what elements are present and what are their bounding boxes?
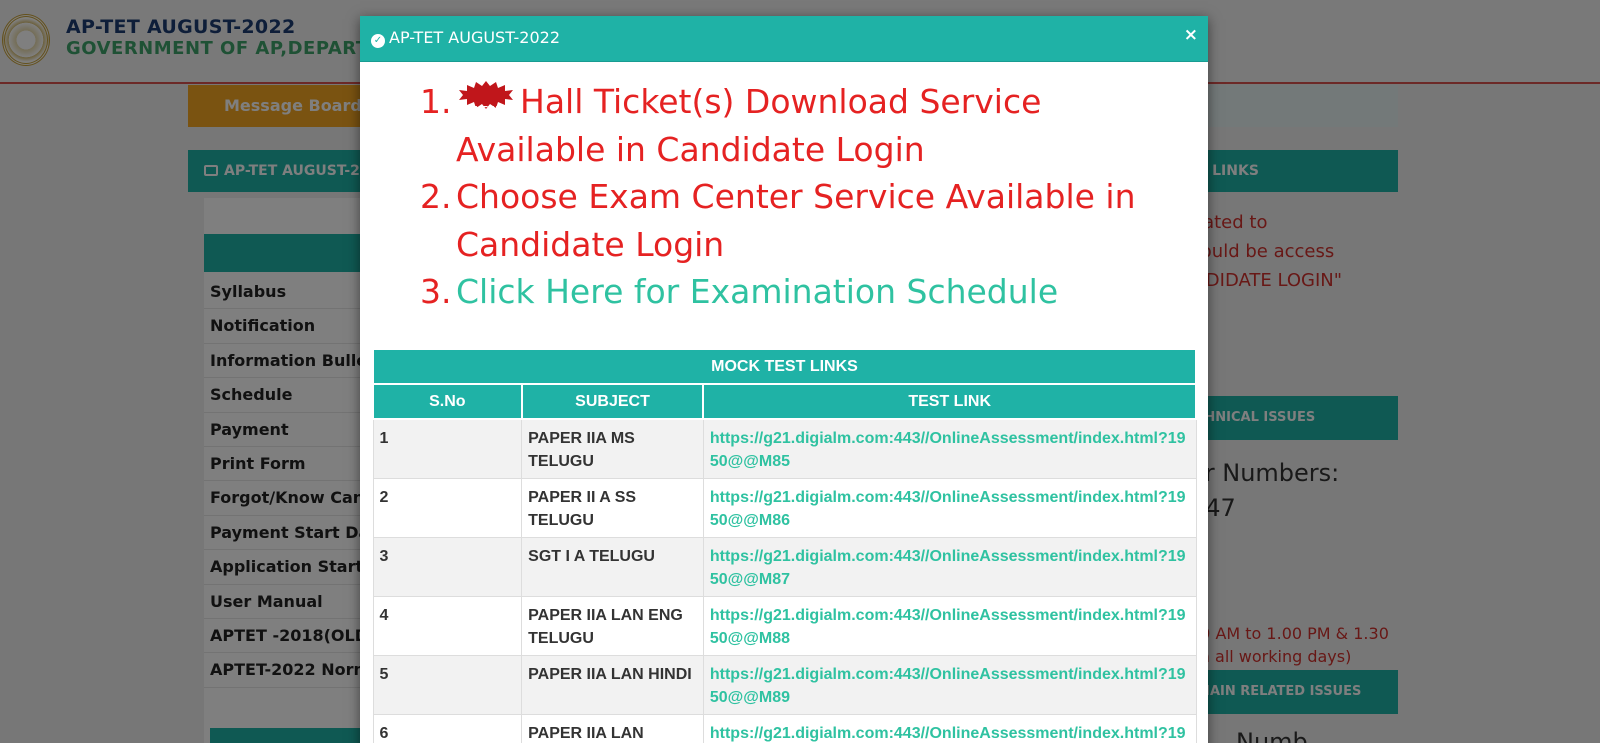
sno-cell: 3 <box>372 537 523 597</box>
notice-list: 1. NEW Hall Ticket(s) Download Service Ava… <box>420 78 1180 316</box>
announcement-modal: ✓ AP-TET AUGUST-2022 × 1. NEW Hall Ticket(s… <box>360 16 1208 743</box>
sno-cell: 1 <box>372 418 523 479</box>
modal-header: ✓ AP-TET AUGUST-2022 × <box>360 16 1208 62</box>
notice-number: 1. <box>420 82 452 121</box>
new-badge-text: NEW <box>474 105 498 116</box>
table-row: 3 SGT I A TELUGU https://g21.digialm.com:4… <box>372 537 1197 597</box>
column-header-sno: S.No <box>372 383 523 420</box>
notice-number: 2. <box>420 177 452 216</box>
exam-schedule-link[interactable]: Click Here for Examination Schedule <box>456 272 1058 311</box>
column-header-test-link: TEST LINK <box>702 383 1197 420</box>
notice-number: 3. <box>420 272 452 311</box>
subject-cell: PAPER IIA LAN HINDI <box>521 655 704 715</box>
column-header-subject: SUBJECT <box>520 383 705 420</box>
new-badge-icon: NEW <box>458 81 514 116</box>
modal-title: ✓ AP-TET AUGUST-2022 <box>371 28 560 48</box>
test-link[interactable]: https://g21.digialm.com:443//OnlineAsses… <box>702 714 1197 743</box>
test-link[interactable]: https://g21.digialm.com:443//OnlineAsses… <box>702 655 1197 715</box>
table-body: 1 PAPER IIA MS TELUGU https://g21.digialm.… <box>372 418 1197 743</box>
notice-item[interactable]: 3. Click Here for Examination Schedule <box>420 268 1180 316</box>
test-link[interactable]: https://g21.digialm.com:443//OnlineAsses… <box>702 478 1197 538</box>
sno-cell: 5 <box>372 655 523 715</box>
modal-title-text: AP-TET AUGUST-2022 <box>389 28 561 47</box>
subject-cell: PAPER IIA MS TELUGU <box>521 418 704 479</box>
table-caption: MOCK TEST LINKS <box>372 348 1197 385</box>
sno-cell: 6 <box>372 714 523 743</box>
test-link[interactable]: https://g21.digialm.com:443//OnlineAsses… <box>702 596 1197 656</box>
notice-item: 2. Choose Exam Center Service Available i… <box>420 173 1180 268</box>
test-link[interactable]: https://g21.digialm.com:443//OnlineAsses… <box>702 537 1197 597</box>
subject-cell: PAPER IIA LAN KANNADA <box>521 714 704 743</box>
mock-test-table: MOCK TEST LINKS S.No SUBJECT TEST LINK 1… <box>372 348 1197 743</box>
sno-cell: 4 <box>372 596 523 656</box>
subject-cell: PAPER IIA LAN ENG TELUGU <box>521 596 704 656</box>
subject-cell: PAPER II A SS TELUGU <box>521 478 704 538</box>
notice-text: Hall Ticket(s) Download Service Availabl… <box>456 82 1042 169</box>
table-row: 1 PAPER IIA MS TELUGU https://g21.digialm.… <box>372 418 1197 479</box>
test-link[interactable]: https://g21.digialm.com:443//OnlineAsses… <box>702 418 1197 479</box>
notice-item: 1. NEW Hall Ticket(s) Download Service Ava… <box>420 78 1180 173</box>
notice-text: Choose Exam Center Service Available in … <box>456 177 1136 264</box>
table-row: 4 PAPER IIA LAN ENG TELUGU https://g21.dig… <box>372 596 1197 656</box>
table-row: 2 PAPER II A SS TELUGU https://g21.digialm… <box>372 478 1197 538</box>
close-button[interactable]: × <box>1184 25 1198 45</box>
sno-cell: 2 <box>372 478 523 538</box>
check-circle-icon: ✓ <box>371 34 385 48</box>
table-row: 5 PAPER IIA LAN HINDI https://g21.digialm.… <box>372 655 1197 715</box>
subject-cell: SGT I A TELUGU <box>521 537 704 597</box>
table-row: 6PAPER IIA LAN KANNADAhttps://g21.digial… <box>372 714 1197 743</box>
